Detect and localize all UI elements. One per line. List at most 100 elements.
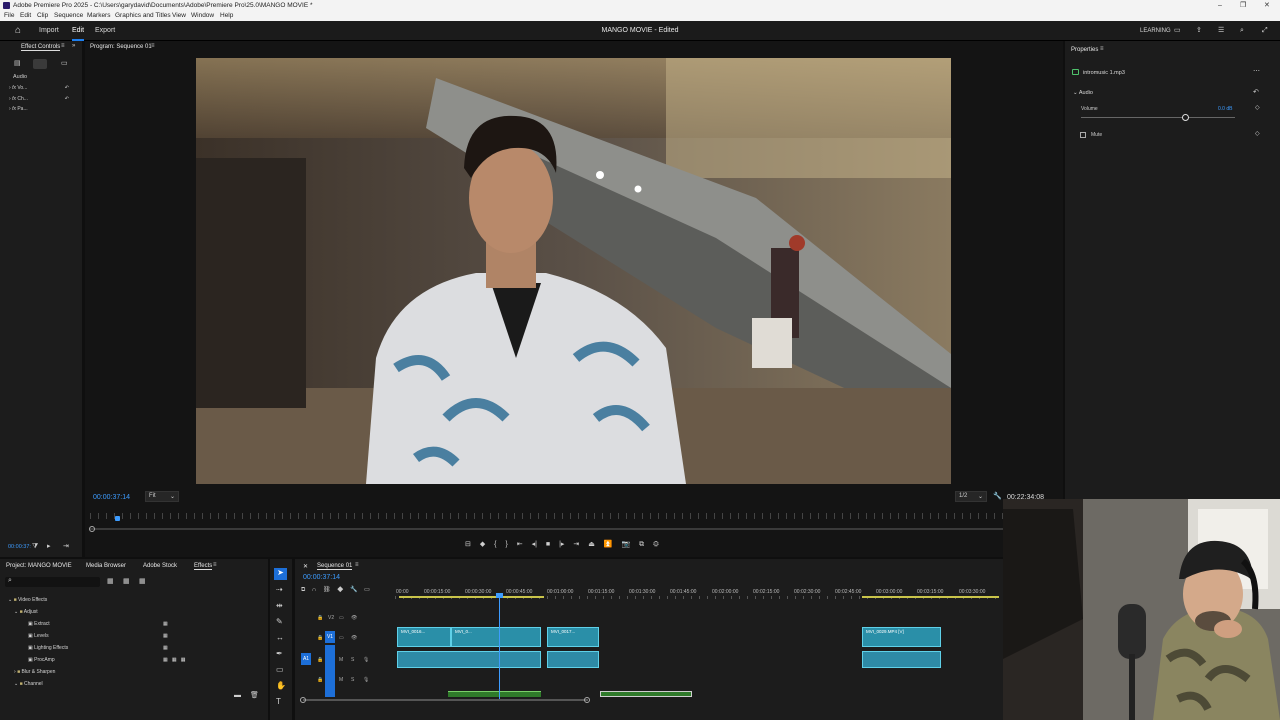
marker-icon[interactable]: ⊟ [465,541,471,548]
menu-file[interactable]: File [4,11,14,21]
music-clip-selected[interactable] [600,691,692,697]
video-clip[interactable]: MVI_0... [451,627,541,647]
timeline-timecode[interactable]: 00:00:37:14 [303,574,340,581]
lift-icon[interactable]: ⏏ [588,541,595,548]
accelerated-icon[interactable]: ▦ [107,578,114,585]
fullscreen-icon[interactable]: ⤢ [1262,21,1268,41]
search-icon[interactable]: ⌕ [1240,21,1244,41]
fx-toggle-icon[interactable] [33,59,47,69]
mute-track-button[interactable]: M [339,677,343,683]
razor-icon[interactable]: ✎ [276,618,283,626]
layers-icon[interactable]: ▤ [14,60,21,67]
ec-timecode[interactable]: 00:00:37: [8,544,31,550]
slip-icon[interactable]: ↔ [276,634,284,642]
hand-icon[interactable]: ✋ [276,682,286,690]
fit-dropdown[interactable]: Fit ⌄ [145,491,179,502]
rectangle-icon[interactable]: ▭ [276,666,284,674]
effects-search-input[interactable]: ⌕ [5,577,100,587]
volume-slider-handle[interactable] [1181,114,1189,121]
goto-out-icon[interactable]: ⇥ [573,541,579,548]
timeline-playhead[interactable] [499,595,500,699]
panel-menu-icon[interactable]: ≡ [355,562,359,568]
menu-markers[interactable]: Markers [87,11,110,21]
snap-icon[interactable]: ∩ [312,587,316,593]
keyframe-icon[interactable]: ◇ [1255,131,1260,137]
sync-icon[interactable]: ▭ [339,635,344,641]
video-clip[interactable]: MVI_0017... [547,627,599,647]
menu-graphics[interactable]: Graphics and Titles [115,11,171,21]
tab-sequence[interactable]: Sequence 01 [317,563,353,570]
ec-row[interactable]: › fx Vo... ↶ [9,83,69,94]
work-area-bar[interactable] [399,596,544,598]
scroll-handle-right[interactable] [584,697,590,703]
mark-out-icon[interactable]: } [505,541,507,548]
menu-window[interactable]: Window [191,11,214,21]
settings-wrench-icon[interactable]: 🔧 [350,587,357,593]
more-icon[interactable]: ⋯ [1253,68,1260,75]
export-icon[interactable]: ⇥ [63,543,69,550]
step-back-icon[interactable]: ◂| [532,541,537,548]
menu-lines-icon[interactable]: ☰ [1218,21,1224,41]
sync-icon[interactable]: ▭ [339,615,344,621]
eye-icon[interactable]: 👁 [351,615,357,621]
pen-icon[interactable]: ✒ [276,650,283,658]
reset-icon[interactable]: ↶ [1253,89,1259,96]
source-patch-a1[interactable]: A1 [301,653,311,665]
trash-icon[interactable]: 🗑 [250,692,259,699]
mark-in-icon[interactable]: { [494,541,496,548]
stop-icon[interactable]: ■ [546,541,550,548]
audio-clip[interactable] [862,651,941,668]
tree-item-lighting[interactable]: ▣ Lighting Effects ▦ [8,642,258,654]
menu-view[interactable]: View [172,11,186,21]
tab-media-browser[interactable]: Media Browser [86,563,126,569]
play-only-icon[interactable]: ▸ [47,543,51,550]
nest-icon[interactable]: ⧉ [301,587,305,593]
music-clip[interactable] [448,691,541,697]
linked-icon[interactable]: ⛓ [323,587,331,593]
tab-effect-controls[interactable]: Effect Controls [21,44,61,51]
tree-item-extract[interactable]: ▣ Extract ▦ [8,618,258,630]
lock-icon[interactable]: 🔒 [317,657,323,663]
extract-icon[interactable]: ⏫ [604,541,613,548]
selection-tool-icon[interactable]: ➤ [274,568,287,580]
settings-icon[interactable]: ⚙ [653,541,659,548]
playhead-handle[interactable] [496,593,503,598]
compare-icon[interactable]: ⧉ [639,541,644,548]
wrench-icon[interactable]: 🔧 [993,493,1002,500]
captions-icon[interactable]: ▭ [364,587,370,593]
panel-menu-icon[interactable]: ≡ [1100,46,1104,52]
panel-menu-icon[interactable]: ≡ [61,43,65,49]
camera-icon[interactable]: 📷 [621,541,630,548]
panel-menu-icon[interactable]: ≡ [213,562,217,568]
work-area-bar[interactable] [862,596,999,598]
reset-icon[interactable]: ↶ [65,94,69,105]
tab-effects[interactable]: Effects [194,563,213,570]
zoom-handle[interactable] [89,526,95,532]
panel-icon[interactable]: ▭ [1174,21,1181,41]
panel-menu-icon[interactable]: ≡ [151,43,155,49]
tree-item-levels[interactable]: ▣ Levels ▦ [8,630,258,642]
menu-edit[interactable]: Edit [20,11,31,21]
program-timecode[interactable]: 00:00:37:14 [93,494,130,501]
tree-item-channel[interactable]: ⌄ ■ Channel [8,678,258,690]
keyframe-icon[interactable]: ◇ [1255,105,1260,111]
reset-icon[interactable]: ↶ [65,83,69,94]
square-icon[interactable]: ▭ [61,60,68,67]
tab-program[interactable]: Program: Sequence 01 [90,44,152,50]
audio-section-label[interactable]: ⌄ Audio [1073,90,1093,96]
type-icon[interactable]: T [276,698,281,706]
step-forward-icon[interactable]: |▸ [559,541,564,548]
new-bin-icon[interactable]: ▬ [234,692,241,699]
add-marker-icon[interactable]: ◆ [480,541,485,548]
tree-item-procamp[interactable]: ▣ ProcAmp ▦ ▦ ▦ [8,654,258,666]
video-clip[interactable]: MVI_0016... [397,627,451,647]
goto-in-icon[interactable]: ⇤ [517,541,523,548]
eye-icon[interactable]: 👁 [351,635,357,641]
zoom-bar[interactable] [90,528,1060,530]
yuv-icon[interactable]: ▦ [139,578,146,585]
video-clip[interactable]: MVI_0029.MP4 [V] [862,627,941,647]
tab-adobe-stock[interactable]: Adobe Stock [143,563,177,569]
tab-properties[interactable]: Properties [1071,47,1098,53]
resolution-dropdown[interactable]: 1/2 ⌄ [955,491,987,502]
mute-checkbox[interactable] [1080,132,1086,138]
